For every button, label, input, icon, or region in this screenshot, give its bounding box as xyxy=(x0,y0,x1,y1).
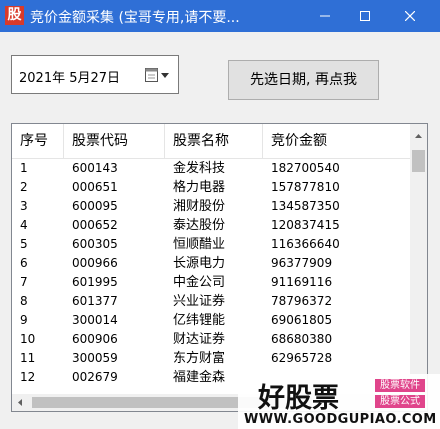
cell-name: 金发科技 xyxy=(173,161,226,176)
cell-code: 600305 xyxy=(72,237,118,251)
cell-code: 600143 xyxy=(72,161,118,175)
title-bar[interactable]: 股 竞价金额采集 (宝哥专用,请不要... xyxy=(0,0,440,32)
cell-name: 东方财富 xyxy=(173,351,226,366)
minimize-button[interactable] xyxy=(305,0,345,32)
close-button[interactable] xyxy=(390,0,430,32)
cell-index: 10 xyxy=(20,332,36,346)
chevron-down-icon xyxy=(161,73,169,78)
cell-code: 300014 xyxy=(72,313,118,327)
watermark-tag: 股票软件 xyxy=(375,379,425,392)
cell-code: 002679 xyxy=(72,370,118,384)
app-icon: 股 xyxy=(5,6,24,25)
cell-index: 7 xyxy=(20,275,28,289)
watermark-brand: 好股票 xyxy=(258,383,339,414)
table-row[interactable]: 6 000966 长源电力 96377909 xyxy=(12,254,410,273)
cell-code: 000652 xyxy=(72,218,118,232)
cell-name: 恒顺醋业 xyxy=(173,237,226,252)
watermark: 好股票 股票软件 股票公式 WWW.GOODGUPIAO.COM xyxy=(238,374,440,429)
header-amount[interactable]: 竞价金额 xyxy=(263,124,410,158)
cell-name: 泰达股份 xyxy=(173,218,226,233)
table-row[interactable]: 7 601995 中金公司 91169116 xyxy=(12,273,410,292)
cell-amount: 120837415 xyxy=(271,218,340,232)
watermark-url: WWW.GOODGUPIAO.COM xyxy=(244,412,437,427)
vertical-scrollbar[interactable] xyxy=(410,124,427,394)
cell-amount: 182700540 xyxy=(271,161,340,175)
calendar-dropdown-button[interactable] xyxy=(144,67,170,83)
cell-index: 4 xyxy=(20,218,28,232)
header-code[interactable]: 股票代码 xyxy=(64,124,165,158)
cell-code: 000966 xyxy=(72,256,118,270)
cell-amount: 91169116 xyxy=(271,275,333,289)
cell-index: 1 xyxy=(20,161,28,175)
cell-code: 600906 xyxy=(72,332,118,346)
table-row[interactable]: 3 600095 湘财股份 134587350 xyxy=(12,197,410,216)
cell-index: 9 xyxy=(20,313,28,327)
cell-code: 601995 xyxy=(72,275,118,289)
cell-name: 兴业证券 xyxy=(173,294,226,309)
cell-amount: 116366640 xyxy=(271,237,340,251)
table-row[interactable]: 8 601377 兴业证券 78796372 xyxy=(12,292,410,311)
vertical-scroll-thumb[interactable] xyxy=(412,150,425,172)
table-row[interactable]: 5 600305 恒顺醋业 116366640 xyxy=(12,235,410,254)
stock-table[interactable]: 序号 股票代码 股票名称 竞价金额 1 600143 金发科技 18270054… xyxy=(11,123,428,412)
table-row[interactable]: 1 600143 金发科技 182700540 xyxy=(12,159,410,178)
header-index[interactable]: 序号 xyxy=(12,124,64,158)
cell-code: 601377 xyxy=(72,294,118,308)
table-row[interactable]: 10 600906 财达证券 68680380 xyxy=(12,330,410,349)
table-row[interactable]: 9 300014 亿纬锂能 69061805 xyxy=(12,311,410,330)
cell-index: 6 xyxy=(20,256,28,270)
close-icon xyxy=(405,11,415,21)
cell-index: 3 xyxy=(20,199,28,213)
calendar-icon xyxy=(145,68,169,82)
cell-code: 300059 xyxy=(72,351,118,365)
date-value[interactable]: 2021年 5月27日 xyxy=(19,67,120,86)
window-title: 竞价金额采集 (宝哥专用,请不要... xyxy=(30,10,240,26)
scroll-up-icon[interactable] xyxy=(410,128,427,145)
cell-code: 000651 xyxy=(72,180,118,194)
cell-name: 中金公司 xyxy=(173,275,226,290)
start-button[interactable]: 先选日期, 再点我 xyxy=(228,60,379,100)
cell-amount: 68680380 xyxy=(271,332,333,346)
table-row[interactable]: 2 000651 格力电器 157877810 xyxy=(12,178,410,197)
maximize-icon xyxy=(360,11,370,21)
minimize-icon xyxy=(320,15,330,17)
cell-name: 财达证券 xyxy=(173,332,226,347)
cell-index: 12 xyxy=(20,370,36,384)
cell-name: 湘财股份 xyxy=(173,199,226,214)
table-row[interactable]: 11 300059 东方财富 62965728 xyxy=(12,349,410,368)
cell-amount: 62965728 xyxy=(271,351,333,365)
cell-name: 亿纬锂能 xyxy=(173,313,226,328)
cell-index: 2 xyxy=(20,180,28,194)
cell-amount: 78796372 xyxy=(271,294,333,308)
cell-amount: 134587350 xyxy=(271,199,340,213)
cell-index: 5 xyxy=(20,237,28,251)
watermark-tag: 股票公式 xyxy=(375,395,425,408)
date-picker[interactable]: 2021年 5月27日 xyxy=(11,55,179,94)
table-row[interactable]: 4 000652 泰达股份 120837415 xyxy=(12,216,410,235)
cell-amount: 69061805 xyxy=(271,313,333,327)
cell-amount: 96377909 xyxy=(271,256,333,270)
cell-amount: 157877810 xyxy=(271,180,340,194)
header-name[interactable]: 股票名称 xyxy=(165,124,263,158)
cell-index: 8 xyxy=(20,294,28,308)
cell-name: 格力电器 xyxy=(173,180,226,195)
scroll-left-icon[interactable] xyxy=(12,394,29,411)
table-header: 序号 股票代码 股票名称 竞价金额 xyxy=(12,124,410,159)
maximize-button[interactable] xyxy=(345,0,385,32)
cell-index: 11 xyxy=(20,351,36,365)
cell-code: 600095 xyxy=(72,199,118,213)
cell-name: 长源电力 xyxy=(173,256,226,271)
